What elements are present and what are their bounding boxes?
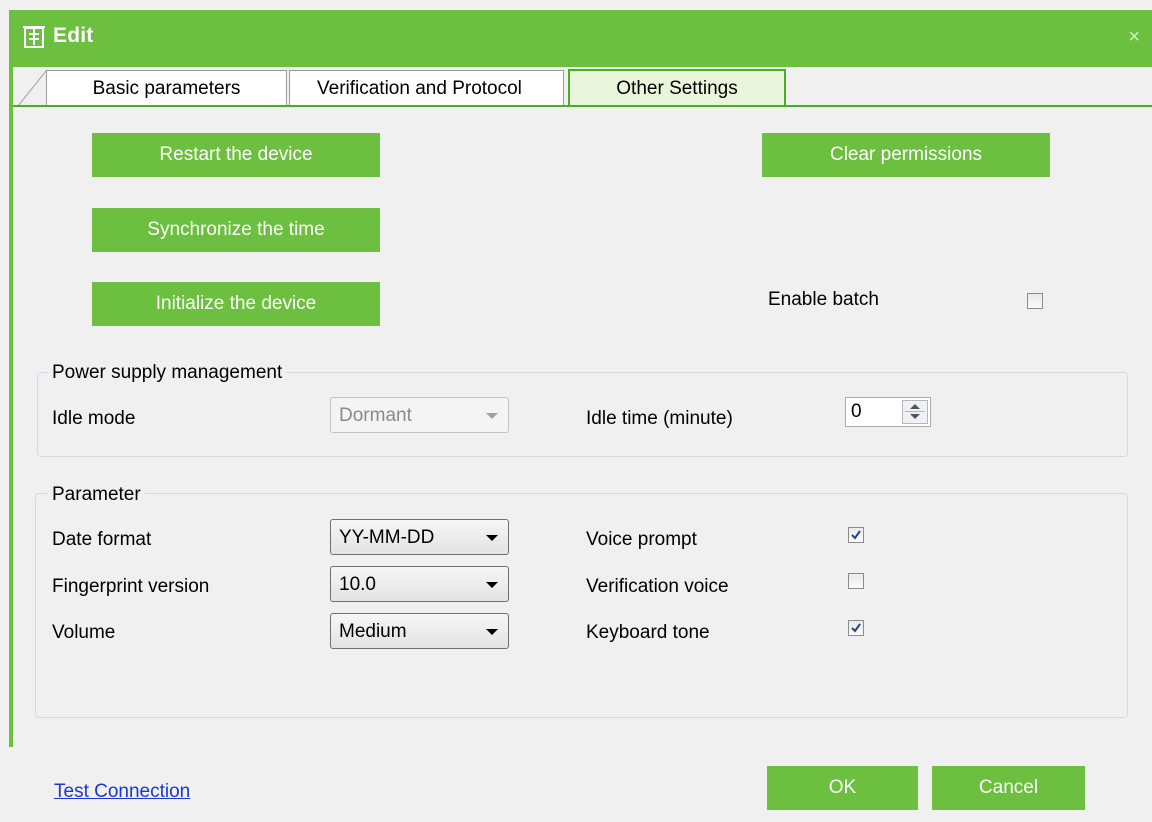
idle-time-value: 0 bbox=[851, 401, 862, 422]
stepper-up-icon[interactable] bbox=[910, 404, 920, 409]
chevron-down-icon bbox=[486, 629, 498, 635]
power-supply-group bbox=[37, 372, 1128, 457]
stepper-down-icon[interactable] bbox=[910, 414, 920, 419]
parameter-group bbox=[35, 493, 1128, 718]
restart-device-button[interactable]: Restart the device bbox=[92, 133, 380, 177]
date-format-value: YY-MM-DD bbox=[339, 527, 435, 548]
idle-mode-value: Dormant bbox=[339, 405, 412, 426]
voice-prompt-label: Voice prompt bbox=[586, 529, 697, 550]
dialog-left-border bbox=[9, 67, 13, 747]
tab-other-settings[interactable]: Other Settings bbox=[568, 69, 786, 107]
idle-mode-select[interactable]: Dormant bbox=[330, 397, 509, 433]
date-format-select[interactable]: YY-MM-DD bbox=[330, 519, 509, 555]
cancel-button[interactable]: Cancel bbox=[932, 766, 1085, 810]
voice-prompt-checkbox[interactable] bbox=[848, 527, 864, 543]
tab-underline bbox=[13, 105, 1152, 107]
ok-button[interactable]: OK bbox=[767, 766, 918, 810]
idle-time-stepper[interactable]: 0 bbox=[845, 397, 931, 427]
verification-voice-label: Verification voice bbox=[586, 576, 729, 597]
stepper-divider bbox=[905, 411, 925, 412]
keyboard-tone-label: Keyboard tone bbox=[586, 622, 710, 643]
fingerprint-version-select[interactable]: 10.0 bbox=[330, 566, 509, 602]
volume-select[interactable]: Medium bbox=[330, 613, 509, 649]
initialize-device-button[interactable]: Initialize the device bbox=[92, 282, 380, 326]
test-connection-link[interactable]: Test Connection bbox=[54, 781, 190, 803]
date-format-label: Date format bbox=[52, 529, 152, 550]
power-supply-title: Power supply management bbox=[48, 362, 287, 384]
check-icon bbox=[851, 623, 861, 633]
close-icon[interactable]: × bbox=[1128, 26, 1140, 49]
stepper-buttons[interactable] bbox=[902, 400, 928, 424]
fingerprint-version-label: Fingerprint version bbox=[52, 576, 210, 597]
chevron-down-icon bbox=[486, 535, 498, 541]
idle-mode-label: Idle mode bbox=[52, 408, 136, 429]
idle-time-label: Idle time (minute) bbox=[586, 408, 733, 429]
chevron-down-icon bbox=[486, 582, 498, 588]
parameter-title: Parameter bbox=[48, 484, 145, 506]
enable-batch-label: Enable batch bbox=[768, 289, 879, 310]
dialog-titlebar: Edit × bbox=[9, 10, 1152, 67]
edit-dialog-icon bbox=[23, 26, 45, 48]
fingerprint-version-value: 10.0 bbox=[339, 574, 376, 595]
clear-permissions-button[interactable]: Clear permissions bbox=[762, 133, 1050, 177]
enable-batch-checkbox[interactable] bbox=[1027, 293, 1043, 309]
synchronize-time-button[interactable]: Synchronize the time bbox=[92, 208, 380, 252]
dialog-title: Edit bbox=[53, 24, 94, 47]
keyboard-tone-checkbox[interactable] bbox=[848, 620, 864, 636]
tab-basic-parameters[interactable]: Basic parameters bbox=[46, 70, 287, 106]
verification-voice-checkbox[interactable] bbox=[848, 573, 864, 589]
volume-label: Volume bbox=[52, 622, 116, 643]
volume-value: Medium bbox=[339, 621, 407, 642]
chevron-down-icon bbox=[486, 413, 498, 419]
tab-verification-protocol[interactable]: Verification and Protocol bbox=[289, 70, 564, 106]
check-icon bbox=[851, 530, 861, 540]
